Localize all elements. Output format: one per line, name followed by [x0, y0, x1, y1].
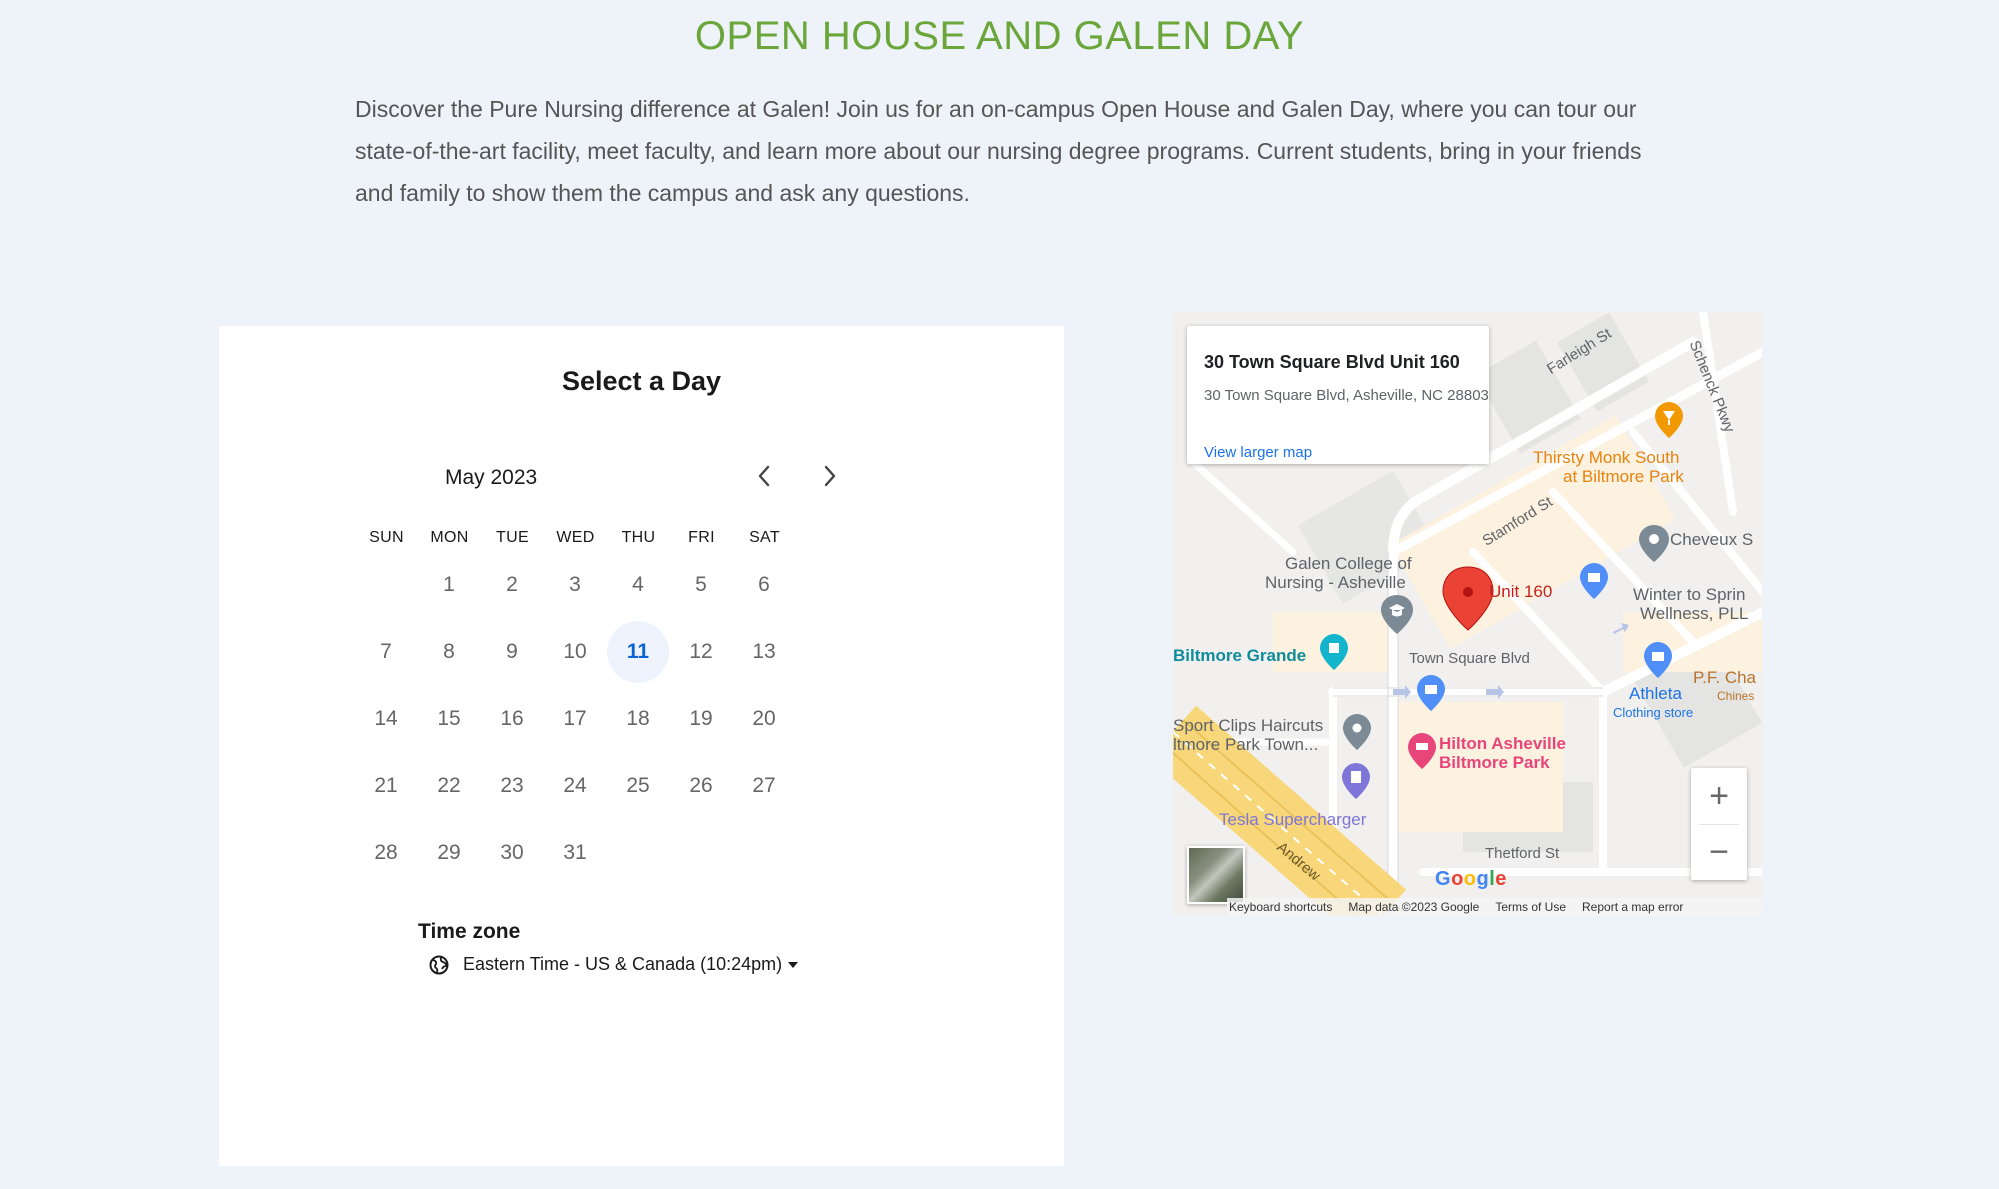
weekday-header: SUN: [369, 529, 404, 546]
terms-of-use-link[interactable]: Terms of Use: [1495, 900, 1566, 914]
poi-label-pf-changs: P.F. Cha: [1693, 668, 1757, 687]
calendar-day[interactable]: 7: [355, 621, 417, 683]
next-month-button[interactable]: [810, 456, 850, 496]
calendar-day[interactable]: 4: [607, 554, 669, 616]
poi-label-hilton-2: Biltmore Park: [1439, 753, 1550, 772]
page-title: OPEN HOUSE AND GALEN DAY: [694, 14, 1305, 58]
poi-label-biltmore-grande: Biltmore Grande: [1173, 646, 1307, 665]
calendar-day-selected[interactable]: 11: [607, 621, 669, 683]
month-label: May 2023: [445, 466, 538, 489]
poi-label-athleta: Athleta: [1629, 684, 1682, 703]
previous-month-button[interactable]: [744, 456, 784, 496]
poi-label-sport-clips: Sport Clips Haircuts: [1173, 716, 1324, 735]
view-larger-map-link[interactable]: View larger map: [1204, 444, 1312, 461]
pin-label-unit: Unit 160: [1489, 582, 1553, 601]
timezone-select[interactable]: Eastern Time - US & Canada (10:24pm): [429, 954, 799, 975]
weekday-header: WED: [556, 529, 595, 546]
poi-label-sport-clips-2: ltmore Park Town...: [1173, 735, 1319, 754]
poi-label-galen-college: Galen College of: [1285, 554, 1412, 573]
calendar-day[interactable]: 8: [418, 621, 480, 683]
calendar-day[interactable]: 18: [607, 688, 669, 750]
map-data-text: Map data ©2023 Google: [1348, 900, 1480, 914]
weekday-header: MON: [430, 529, 469, 546]
calendar-day[interactable]: 15: [418, 688, 480, 750]
calendar-day[interactable]: 14: [355, 688, 417, 750]
map-attribution: Keyboard shortcuts Map data ©2023 Google…: [1227, 898, 1762, 916]
poi-label-pf-changs-2: Chines: [1717, 689, 1755, 703]
globe-icon: [429, 955, 449, 974]
chevron-left-icon: [758, 465, 770, 487]
calendar-day[interactable]: 2: [481, 554, 543, 616]
poi-label-winter-to-spring: Winter to Sprin: [1633, 585, 1746, 604]
calendar-day[interactable]: 22: [418, 755, 480, 817]
poi-label-hilton: Hilton Asheville: [1439, 734, 1566, 753]
weekday-header: TUE: [496, 529, 529, 546]
calendar-day[interactable]: 5: [670, 554, 732, 616]
calendar-day[interactable]: 17: [544, 688, 606, 750]
keyboard-shortcuts-link[interactable]: Keyboard shortcuts: [1229, 900, 1332, 914]
calendar-day[interactable]: 31: [544, 822, 606, 884]
calendar-day[interactable]: 10: [544, 621, 606, 683]
timezone-label: Time zone: [418, 920, 521, 943]
calendar-day[interactable]: 19: [670, 688, 732, 750]
weekday-header: THU: [621, 529, 656, 546]
report-map-error-link[interactable]: Report a map error: [1582, 900, 1683, 914]
street-label-town-square: Town Square Blvd: [1409, 650, 1530, 667]
calendar-day[interactable]: 12: [670, 621, 732, 683]
google-logo: Google: [1435, 868, 1507, 890]
zoom-out-button[interactable]: −: [1691, 824, 1747, 880]
calendar-panel: Select a Day May 2023 SUN MON TUE WED THU FRI…: [219, 326, 1064, 1166]
satellite-toggle-button[interactable]: [1187, 846, 1245, 904]
weekday-header: SAT: [749, 529, 780, 546]
poi-label-athleta-sub: Clothing store: [1613, 705, 1694, 720]
chevron-right-icon: [824, 465, 836, 487]
calendar-day[interactable]: 20: [733, 688, 795, 750]
map-info-card: 30 Town Square Blvd Unit 160 30 Town Squ…: [1187, 326, 1489, 464]
street-label-thetford: Thetford St: [1485, 845, 1560, 862]
timezone-value: Eastern Time - US & Canada (10:24pm): [463, 954, 783, 974]
map-embed[interactable]: Farleigh St Schenck Pkwy Thirsty Monk So…: [1173, 312, 1762, 916]
calendar-day[interactable]: 3: [544, 554, 606, 616]
poi-label-cheveux: Cheveux S: [1670, 530, 1754, 549]
poi-label-thirsty-monk-2: at Biltmore Park: [1563, 467, 1684, 486]
calendar-day[interactable]: 16: [481, 688, 543, 750]
calendar-day[interactable]: 27: [733, 755, 795, 817]
calendar-day[interactable]: 25: [607, 755, 669, 817]
poi-label-tesla: Tesla Supercharger: [1219, 810, 1367, 829]
calendar-day[interactable]: 23: [481, 755, 543, 817]
zoom-in-button[interactable]: +: [1691, 768, 1747, 824]
calendar-day[interactable]: 29: [418, 822, 480, 884]
calendar-day[interactable]: 24: [544, 755, 606, 817]
calendar-day[interactable]: 28: [355, 822, 417, 884]
map-card-address: 30 Town Square Blvd, Asheville, NC 28803: [1204, 387, 1489, 404]
poi-label-thirsty-monk: Thirsty Monk South: [1533, 448, 1680, 467]
zoom-control: + −: [1691, 768, 1747, 880]
weekday-header: FRI: [688, 529, 715, 546]
map-card-title: 30 Town Square Blvd Unit 160: [1204, 352, 1460, 372]
calendar-day[interactable]: 6: [733, 554, 795, 616]
calendar-day[interactable]: 9: [481, 621, 543, 683]
calendar-day[interactable]: 1: [418, 554, 480, 616]
calendar-day[interactable]: 30: [481, 822, 543, 884]
calendar-heading: Select a Day: [561, 366, 722, 396]
calendar-day[interactable]: 13: [733, 621, 795, 683]
poi-label-galen-college-2: Nursing - Asheville: [1265, 573, 1406, 592]
intro-paragraph: Discover the Pure Nursing difference at …: [355, 96, 1642, 206]
poi-label-winter-to-spring-2: Wellness, PLL: [1640, 604, 1749, 623]
calendar-day[interactable]: 21: [355, 755, 417, 817]
caret-down-icon: [788, 962, 799, 969]
calendar-day[interactable]: 26: [670, 755, 732, 817]
